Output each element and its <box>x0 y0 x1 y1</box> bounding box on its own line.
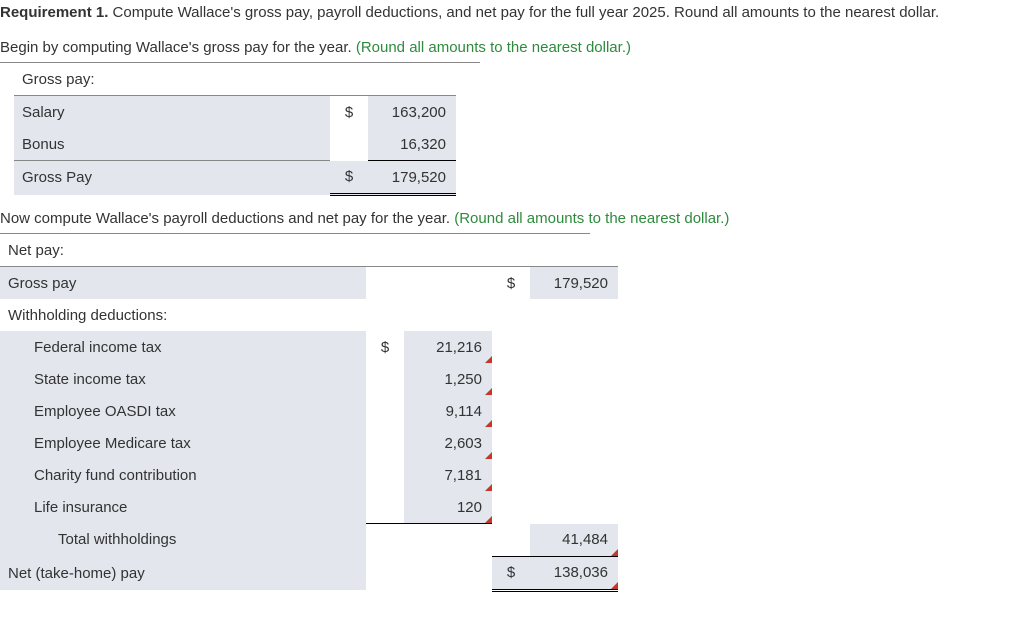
life-insurance-value[interactable]: 120 <box>404 491 492 524</box>
federal-tax-value[interactable]: 21,216 <box>404 331 492 363</box>
state-tax-label[interactable]: State income tax <box>0 363 366 395</box>
charity-value[interactable]: 7,181 <box>404 459 492 491</box>
state-tax-value[interactable]: 1,250 <box>404 363 492 395</box>
net-take-home-value[interactable]: 138,036 <box>530 556 618 590</box>
salary-value[interactable]: 163,200 <box>368 96 456 129</box>
gross-pay-header: Gross pay: <box>14 63 330 96</box>
net-take-home-label[interactable]: Net (take-home) pay <box>0 556 366 590</box>
section1-hint: (Round all amounts to the nearest dollar… <box>356 39 631 56</box>
total-withholdings-value[interactable]: 41,484 <box>530 524 618 557</box>
requirement-label: Requirement 1. <box>0 4 108 21</box>
section2-instruction: Now compute Wallace's payroll deductions… <box>0 210 1016 227</box>
oasdi-value[interactable]: 9,114 <box>404 395 492 427</box>
gross-pay-table: Gross pay: Salary $ 163,200 Bonus 16,320… <box>14 63 456 196</box>
bonus-value[interactable]: 16,320 <box>368 128 456 161</box>
section1-intro: Begin by computing Wallace's gross pay f… <box>0 39 352 56</box>
gross-pay-row-label[interactable]: Gross pay <box>0 267 366 300</box>
net-pay-header: Net pay: <box>0 234 366 267</box>
salary-dollar: $ <box>330 96 368 129</box>
gross-pay-dollar: $ <box>330 161 368 195</box>
federal-tax-label[interactable]: Federal income tax <box>0 331 366 363</box>
bonus-label[interactable]: Bonus <box>14 128 330 161</box>
requirement-text-content: Compute Wallace's gross pay, payroll ded… <box>113 4 940 21</box>
section1-instruction: Begin by computing Wallace's gross pay f… <box>0 39 1016 56</box>
total-withholdings-label[interactable]: Total withholdings <box>0 524 366 557</box>
federal-tax-dollar: $ <box>366 331 404 363</box>
withholding-header: Withholding deductions: <box>0 299 366 331</box>
net-take-home-dollar: $ <box>492 556 530 590</box>
medicare-label[interactable]: Employee Medicare tax <box>0 427 366 459</box>
oasdi-label[interactable]: Employee OASDI tax <box>0 395 366 427</box>
charity-label[interactable]: Charity fund contribution <box>0 459 366 491</box>
gross-pay-row-dollar: $ <box>492 267 530 300</box>
section2-intro: Now compute Wallace's payroll deductions… <box>0 210 450 227</box>
net-pay-table: Net pay: Gross pay $ 179,520 Withholding… <box>0 234 618 592</box>
gross-pay-row-value[interactable]: 179,520 <box>530 267 618 300</box>
medicare-value[interactable]: 2,603 <box>404 427 492 459</box>
section2-hint: (Round all amounts to the nearest dollar… <box>454 210 729 227</box>
salary-label[interactable]: Salary <box>14 96 330 129</box>
gross-pay-label[interactable]: Gross Pay <box>14 161 330 195</box>
gross-pay-value[interactable]: 179,520 <box>368 161 456 195</box>
life-insurance-label[interactable]: Life insurance <box>0 491 366 524</box>
requirement-line: Requirement 1. Compute Wallace's gross p… <box>0 4 1016 21</box>
